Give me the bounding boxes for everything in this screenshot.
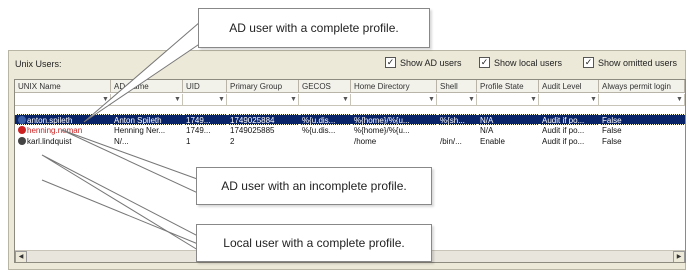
filter-cell[interactable]: ▼	[477, 94, 539, 106]
unix-name-cell: anton.spileth	[15, 114, 111, 125]
checkbox-label: Show local users	[494, 57, 563, 68]
unix-name: karl.lindquist	[27, 137, 72, 146]
checkbox-checked-icon: ✓	[479, 57, 490, 68]
filter-icon[interactable]: ▼	[290, 95, 297, 104]
filter-cell[interactable]: ▼	[299, 94, 351, 106]
grid-header: UNIX Name AD Name UID Primary Group GECO…	[15, 80, 685, 94]
column-header-uid[interactable]: UID	[183, 80, 227, 93]
ad-name-cell: Henning Ner...	[114, 126, 166, 135]
column-header-home-directory[interactable]: Home Directory	[351, 80, 437, 93]
panel-title: Unix Users:	[15, 59, 62, 69]
shell-cell: /bin/...	[440, 137, 462, 146]
group-cell: 2	[230, 137, 235, 146]
filter-cell[interactable]: ▼	[183, 94, 227, 106]
filter-row: ▼ ▼ ▼ ▼ ▼ ▼ ▼ ▼ ▼ ▼	[15, 94, 685, 106]
column-header-always-permit-login[interactable]: Always permit login	[599, 80, 685, 93]
audit-cell: Audit if po...	[542, 126, 585, 135]
audit-cell: Audit if po...	[542, 137, 585, 146]
state-cell: Enable	[480, 137, 505, 146]
show-ad-users-checkbox[interactable]: ✓ Show AD users	[385, 57, 462, 68]
show-local-users-checkbox[interactable]: ✓ Show local users	[479, 57, 562, 68]
column-header-profile-state[interactable]: Profile State	[477, 80, 539, 93]
permit-cell: False	[602, 126, 622, 135]
scroll-right-icon[interactable]: ▶	[673, 251, 685, 262]
permit-cell: False	[599, 114, 685, 125]
filter-icon[interactable]: ▼	[590, 95, 597, 104]
filter-icon[interactable]: ▼	[428, 95, 435, 104]
callout-complete-profile: AD user with a complete profile.	[198, 8, 430, 48]
filter-icon[interactable]: ▼	[468, 95, 475, 104]
uid-cell: 1	[186, 137, 191, 146]
home-cell: %{home}/%{u...	[354, 126, 410, 135]
table-row[interactable]: karl.lindquist N/... 1 2 /home /bin/... …	[15, 136, 685, 147]
shell-cell	[437, 125, 477, 136]
checkbox-label: Show AD users	[400, 57, 462, 68]
column-header-audit-level[interactable]: Audit Level	[539, 80, 599, 93]
filter-cell[interactable]: ▼	[599, 94, 685, 106]
column-header-unix-name[interactable]: UNIX Name	[15, 80, 111, 93]
filter-icon[interactable]: ▼	[530, 95, 537, 104]
table-row[interactable]: anton.spileth Anton Spileth 1749... 1749…	[15, 114, 685, 125]
show-omitted-users-checkbox[interactable]: ✓ Show omitted users	[583, 57, 677, 68]
unix-name-cell: henning.neman	[15, 125, 111, 136]
checkbox-label: Show omitted users	[598, 57, 678, 68]
audit-cell: Audit if po...	[539, 114, 599, 125]
uid-cell: 1749...	[186, 126, 211, 135]
filter-cell[interactable]: ▼	[351, 94, 437, 106]
unix-name-cell: karl.lindquist	[15, 136, 111, 147]
callout-incomplete-profile: AD user with an incomplete profile.	[196, 167, 432, 205]
column-header-primary-group[interactable]: Primary Group	[227, 80, 299, 93]
ad-name-cell: Anton Spileth	[111, 114, 183, 125]
filter-cell[interactable]: ▼	[539, 94, 599, 106]
gecos-cell: %{u.dis...	[302, 126, 336, 135]
filter-icon[interactable]: ▼	[218, 95, 225, 104]
home-cell: %{home}/%{u...	[351, 114, 437, 125]
permit-cell: False	[602, 137, 622, 146]
shell-cell: %{sh...	[437, 114, 477, 125]
local-user-icon	[18, 137, 26, 145]
filter-cell[interactable]: ▼	[227, 94, 299, 106]
filter-icon[interactable]: ▼	[102, 95, 109, 104]
home-cell: /home	[354, 137, 377, 146]
unix-name: henning.neman	[27, 126, 83, 135]
column-header-shell[interactable]: Shell	[437, 80, 477, 93]
table-row[interactable]: henning.neman Henning Ner... 1749... 174…	[15, 125, 685, 136]
gecos-cell	[299, 136, 351, 147]
filter-icon[interactable]: ▼	[676, 95, 683, 104]
gecos-cell: %{u.dis...	[299, 114, 351, 125]
unix-name: anton.spileth	[27, 116, 73, 125]
filter-cell[interactable]: ▼	[437, 94, 477, 106]
filter-icon[interactable]: ▼	[174, 95, 181, 104]
group-cell: 1749025884	[227, 114, 299, 125]
filter-cell[interactable]: ▼	[15, 94, 111, 106]
checkbox-checked-icon: ✓	[583, 57, 594, 68]
callout-local-profile: Local user with a complete profile.	[196, 224, 432, 262]
state-cell: N/A	[480, 126, 494, 135]
group-cell: 1749025885	[230, 126, 275, 135]
ad-name-cell: N/...	[114, 137, 129, 146]
uid-cell: 1749...	[183, 114, 227, 125]
column-header-gecos[interactable]: GECOS	[299, 80, 351, 93]
checkbox-checked-icon: ✓	[385, 57, 396, 68]
filter-cell[interactable]: ▼	[111, 94, 183, 106]
incomplete-user-icon	[18, 126, 26, 134]
state-cell: N/A	[477, 114, 539, 125]
ad-user-icon	[18, 116, 26, 124]
scroll-left-icon[interactable]: ◀	[15, 251, 27, 262]
filter-icon[interactable]: ▼	[342, 95, 349, 104]
column-header-ad-name[interactable]: AD Name	[111, 80, 183, 93]
